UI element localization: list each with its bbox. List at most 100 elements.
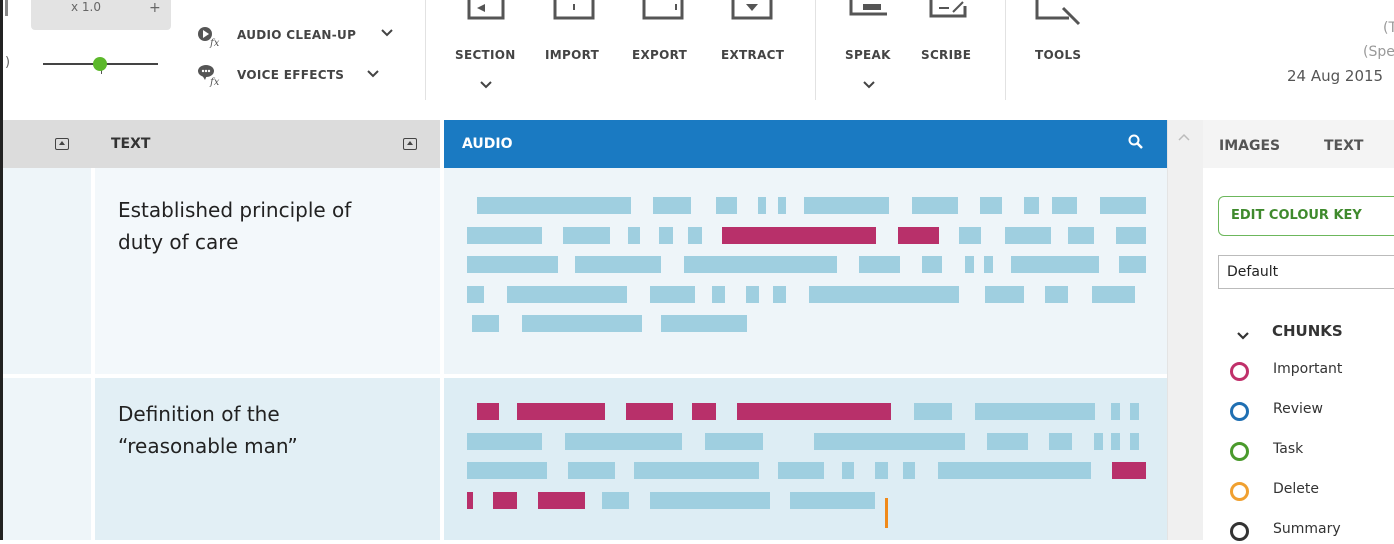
audio-chunk[interactable]	[790, 491, 875, 509]
extract-button[interactable]: EXTRACT	[717, 0, 793, 100]
audio-chunk[interactable]	[659, 226, 673, 244]
edit-colour-key-button[interactable]: EDIT COLOUR KEY	[1218, 196, 1394, 236]
playback-speed-control[interactable]: x 1.0 +	[31, 0, 171, 30]
audio-chunk[interactable]	[653, 197, 691, 214]
audio-chunk[interactable]	[975, 403, 1095, 420]
legend-item-review[interactable]: Review	[1230, 400, 1394, 424]
import-button[interactable]: IMPORT	[541, 0, 611, 100]
audio-chunk[interactable]	[628, 226, 640, 244]
audio-chunk[interactable]	[1119, 256, 1146, 273]
export-button[interactable]: EXPORT	[628, 0, 698, 100]
legend-item-task[interactable]: Task	[1230, 440, 1394, 464]
audio-chunk[interactable]	[650, 285, 695, 303]
audio-chunk[interactable]	[467, 432, 542, 450]
speed-increase-button[interactable]: +	[149, 0, 161, 16]
audio-chunk[interactable]	[1011, 256, 1099, 273]
colour-key-select[interactable]: Default	[1218, 255, 1394, 289]
audio-chunk[interactable]	[661, 315, 747, 332]
audio-chunk[interactable]	[477, 197, 631, 214]
legend-item-delete[interactable]: Delete	[1230, 480, 1394, 504]
audio-chunk[interactable]	[842, 462, 854, 479]
audio-chunk[interactable]	[746, 285, 759, 303]
speak-button[interactable]: SPEAK	[841, 0, 901, 100]
audio-chunk[interactable]	[716, 197, 737, 214]
audio-chunk-important[interactable]	[737, 403, 891, 420]
collapse-icon[interactable]	[55, 138, 69, 150]
audio-chunk[interactable]	[467, 285, 484, 303]
audio-chunk[interactable]	[985, 285, 1024, 303]
audio-chunk[interactable]	[804, 197, 889, 214]
audio-chunk[interactable]	[1005, 226, 1051, 244]
scribe-button[interactable]: SCRIBE	[917, 0, 983, 100]
audio-chunk[interactable]	[563, 226, 610, 244]
audio-chunk-important[interactable]	[493, 491, 517, 509]
audio-chunk[interactable]	[980, 197, 1002, 214]
audio-chunk[interactable]	[1024, 197, 1039, 214]
scroll-up-icon[interactable]	[1178, 126, 1190, 145]
audio-chunk[interactable]	[472, 315, 499, 332]
audio-chunk[interactable]	[758, 197, 766, 214]
audio-scrollbar[interactable]	[1167, 120, 1204, 540]
audio-chunk[interactable]	[903, 462, 915, 479]
slider-thumb[interactable]	[93, 57, 107, 71]
audio-chunk-important[interactable]	[898, 226, 939, 244]
audio-chunk[interactable]	[959, 226, 981, 244]
audio-chunk[interactable]	[1100, 197, 1146, 214]
audio-chunk[interactable]	[1094, 432, 1103, 450]
audio-chunk[interactable]	[602, 491, 629, 509]
audio-chunk[interactable]	[1111, 403, 1120, 420]
audio-chunk-important[interactable]	[692, 403, 716, 420]
audio-chunk[interactable]	[634, 462, 759, 479]
volume-slider[interactable]	[43, 57, 158, 78]
audio-chunk[interactable]	[1045, 285, 1068, 303]
audio-chunk[interactable]	[984, 256, 993, 273]
audio-chunk[interactable]	[712, 285, 725, 303]
audio-chunk[interactable]	[912, 197, 958, 214]
text-row-2[interactable]: Definition of the “reasonable man”	[95, 378, 440, 540]
audio-chunk[interactable]	[778, 197, 786, 214]
audio-chunk-important[interactable]	[1112, 462, 1146, 479]
audio-chunk[interactable]	[705, 432, 763, 450]
audio-chunk[interactable]	[1116, 226, 1146, 244]
audio-chunk[interactable]	[565, 432, 682, 450]
audio-cleanup-button[interactable]: fx AUDIO CLEAN-UP	[197, 24, 397, 50]
audio-chunk[interactable]	[914, 403, 952, 420]
audio-chunk[interactable]	[467, 226, 542, 244]
audio-chunk[interactable]	[507, 285, 627, 303]
audio-chunk[interactable]	[688, 226, 702, 244]
tools-button[interactable]: TOOLS	[1031, 0, 1091, 100]
audio-chunk[interactable]	[1111, 432, 1120, 450]
audio-chunk[interactable]	[1049, 432, 1072, 450]
audio-chunk-important[interactable]	[467, 491, 473, 509]
tab-images[interactable]: IMAGES	[1219, 138, 1280, 154]
audio-chunk[interactable]	[965, 256, 974, 273]
audio-chunk[interactable]	[467, 256, 558, 273]
text-row-1[interactable]: Established principle of duty of care	[95, 168, 440, 374]
audio-chunk-important[interactable]	[538, 491, 585, 509]
audio-chunk[interactable]	[922, 256, 942, 273]
audio-chunk[interactable]	[987, 432, 1028, 450]
audio-chunk-important[interactable]	[626, 403, 673, 420]
audio-chunk-important[interactable]	[722, 226, 876, 244]
section-button[interactable]: SECTION	[451, 0, 521, 100]
audio-chunk[interactable]	[859, 256, 900, 273]
audio-chunk-important[interactable]	[477, 403, 499, 420]
audio-row-2[interactable]	[444, 378, 1167, 540]
audio-chunk[interactable]	[875, 462, 888, 479]
audio-chunk[interactable]	[1068, 226, 1094, 244]
audio-chunk[interactable]	[1052, 197, 1077, 214]
tab-text[interactable]: TEXT	[1324, 138, 1363, 154]
audio-chunk[interactable]	[778, 462, 824, 479]
voice-effects-button[interactable]: fx VOICE EFFECTS	[197, 63, 397, 89]
audio-chunk-important[interactable]	[517, 403, 605, 420]
audio-chunk[interactable]	[814, 432, 965, 450]
audio-chunk[interactable]	[938, 462, 1091, 479]
audio-chunk[interactable]	[568, 462, 615, 479]
audio-chunk[interactable]	[1130, 432, 1139, 450]
collapse-icon[interactable]	[403, 138, 417, 150]
audio-chunk[interactable]	[1092, 285, 1135, 303]
audio-chunk[interactable]	[684, 256, 837, 273]
audio-chunk[interactable]	[1130, 403, 1139, 420]
audio-chunk[interactable]	[522, 315, 642, 332]
audio-row-1[interactable]	[444, 168, 1167, 374]
